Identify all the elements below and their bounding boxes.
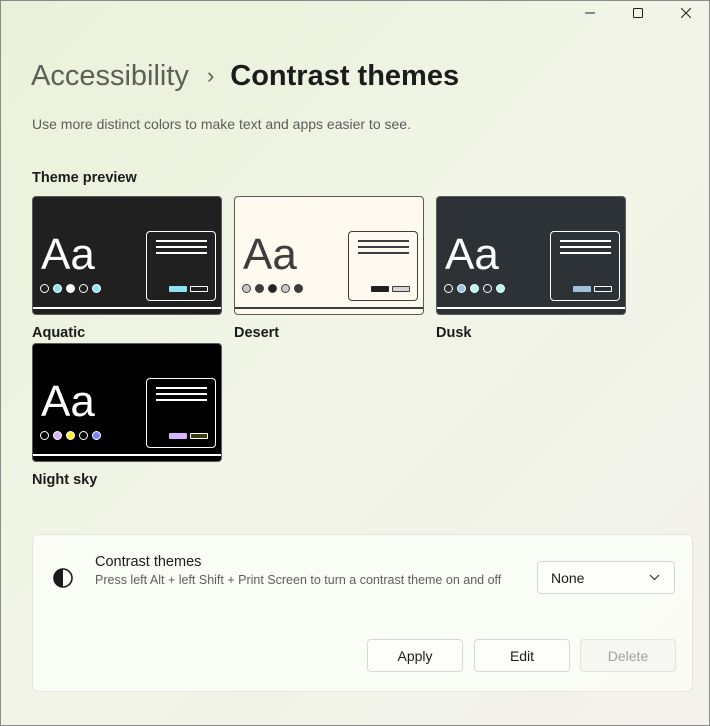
theme-window-preview	[550, 231, 620, 301]
color-swatch	[294, 284, 303, 293]
theme-color-swatches	[242, 284, 303, 293]
preview-taskbar-line	[33, 307, 221, 309]
preview-primary-button	[169, 433, 187, 439]
preview-text-line	[156, 399, 207, 401]
delete-button[interactable]: Delete	[580, 639, 676, 672]
contrast-icon	[53, 568, 73, 588]
breadcrumb-separator: ›	[206, 63, 215, 88]
color-swatch	[66, 284, 75, 293]
caption-buttons	[566, 0, 710, 26]
color-swatch	[470, 284, 479, 293]
theme-color-swatches	[444, 284, 505, 293]
preview-text-line	[358, 252, 409, 254]
preview-text-line	[156, 246, 207, 248]
theme-card-desert[interactable]: Aa	[234, 196, 424, 315]
theme-window-preview	[146, 231, 216, 301]
color-swatch	[53, 431, 62, 440]
close-icon	[681, 8, 691, 18]
preview-secondary-button	[190, 286, 208, 292]
preview-primary-button	[371, 286, 389, 292]
theme-sample-text: Aa	[41, 377, 95, 426]
theme-name-desert: Desert	[234, 325, 280, 341]
apply-button[interactable]: Apply	[367, 639, 463, 672]
theme-window-preview	[146, 378, 216, 448]
preview-text-line	[156, 393, 207, 395]
theme-card-night-sky[interactable]: Aa	[32, 343, 222, 462]
theme-color-swatches	[40, 284, 101, 293]
setting-description: Press left Alt + left Shift + Print Scre…	[95, 573, 502, 587]
color-swatch	[444, 284, 453, 293]
setting-title: Contrast themes	[95, 554, 202, 570]
preview-taskbar-line	[33, 454, 221, 456]
preview-text-line	[156, 252, 207, 254]
color-swatch	[457, 284, 466, 293]
page-description: Use more distinct colors to make text an…	[32, 116, 411, 132]
color-swatch	[79, 284, 88, 293]
maximize-icon	[633, 8, 643, 18]
preview-text-line	[560, 246, 611, 248]
color-swatch	[40, 284, 49, 293]
preview-text-line	[560, 240, 611, 242]
theme-card-aquatic[interactable]: Aa	[32, 196, 222, 315]
theme-name-night-sky: Night sky	[32, 472, 98, 488]
theme-sample-text: Aa	[445, 230, 499, 279]
theme-name-aquatic: Aquatic	[32, 325, 86, 341]
minimize-icon	[585, 12, 595, 14]
contrast-themes-setting-card: Contrast themes Press left Alt + left Sh…	[32, 534, 693, 692]
theme-window-preview	[348, 231, 418, 301]
color-swatch	[40, 431, 49, 440]
preview-primary-button	[573, 286, 591, 292]
breadcrumb: Accessibility › Contrast themes	[31, 56, 459, 96]
breadcrumb-parent-link[interactable]: Accessibility	[31, 56, 189, 96]
theme-color-swatches	[40, 431, 101, 440]
preview-text-line	[358, 246, 409, 248]
color-swatch	[66, 431, 75, 440]
color-swatch	[483, 284, 492, 293]
preview-text-line	[156, 240, 207, 242]
chevron-down-icon	[649, 574, 660, 581]
theme-sample-text: Aa	[243, 230, 297, 279]
color-swatch	[92, 284, 101, 293]
color-swatch	[255, 284, 264, 293]
color-swatch	[281, 284, 290, 293]
minimize-button[interactable]	[566, 0, 614, 26]
preview-secondary-button	[594, 286, 612, 292]
theme-sample-text: Aa	[41, 230, 95, 279]
theme-preview-label: Theme preview	[32, 170, 137, 186]
color-swatch	[53, 284, 62, 293]
color-swatch	[242, 284, 251, 293]
preview-secondary-button	[190, 433, 208, 439]
color-swatch	[496, 284, 505, 293]
maximize-button[interactable]	[614, 0, 662, 26]
theme-name-dusk: Dusk	[436, 325, 472, 341]
preview-text-line	[358, 240, 409, 242]
preview-text-line	[560, 252, 611, 254]
preview-text-line	[156, 387, 207, 389]
close-button[interactable]	[662, 0, 710, 26]
theme-card-dusk[interactable]: Aa	[436, 196, 626, 315]
theme-select-dropdown[interactable]: None	[537, 561, 675, 594]
color-swatch	[92, 431, 101, 440]
color-swatch	[268, 284, 277, 293]
preview-taskbar-line	[235, 307, 423, 309]
preview-primary-button	[169, 286, 187, 292]
dropdown-value: None	[551, 569, 585, 586]
preview-taskbar-line	[437, 307, 625, 309]
edit-button[interactable]: Edit	[474, 639, 570, 672]
preview-secondary-button	[392, 286, 410, 292]
page-title: Contrast themes	[230, 60, 460, 92]
color-swatch	[79, 431, 88, 440]
